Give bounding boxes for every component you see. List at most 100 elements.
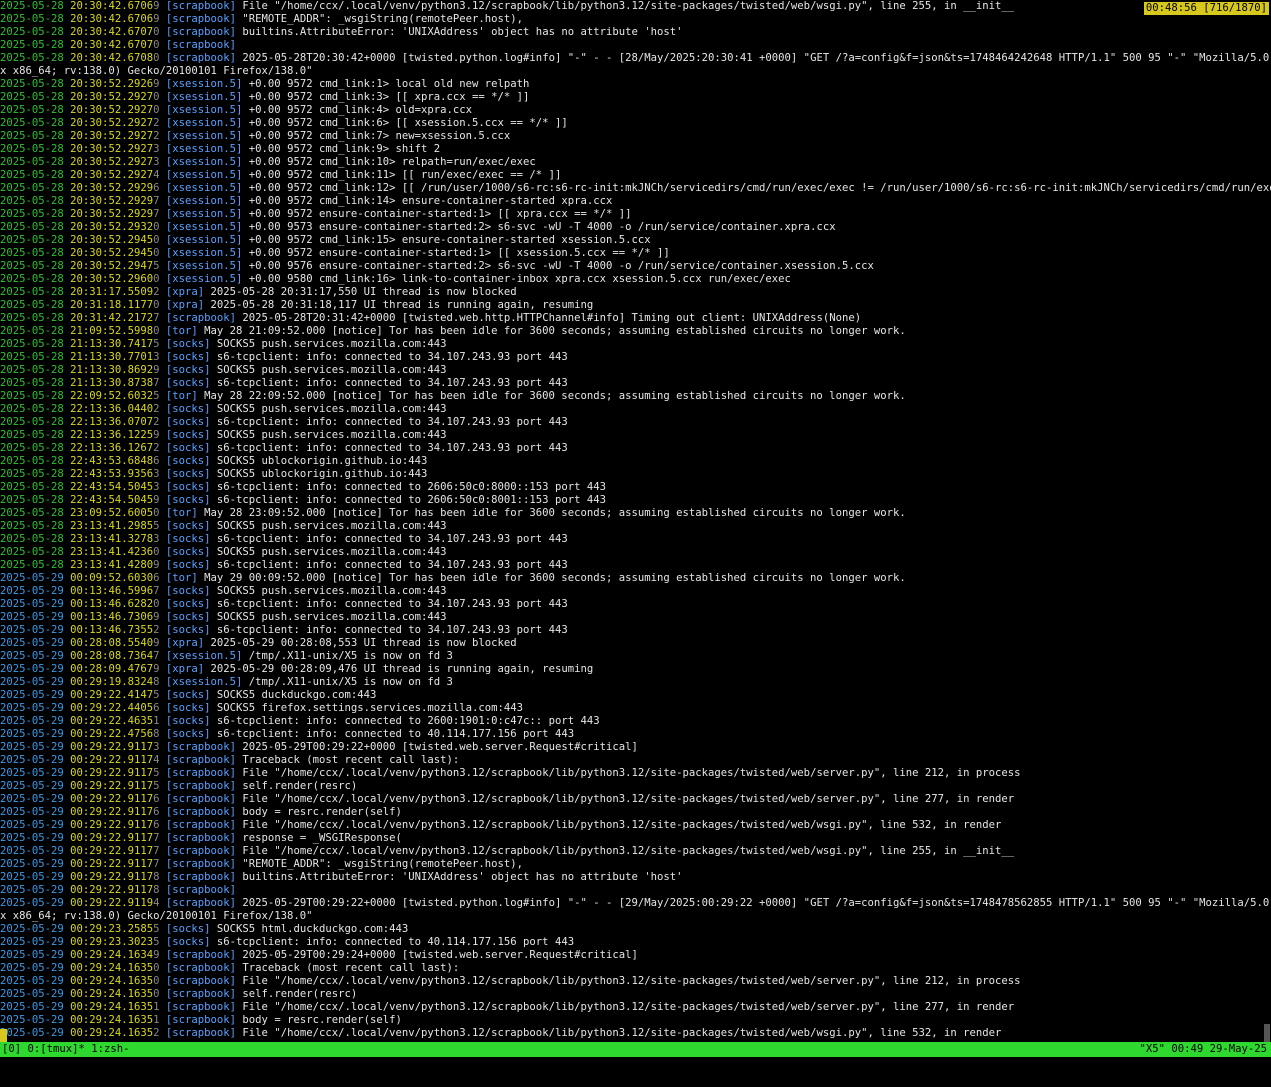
log-line: 2025-05-29 00:29:22.91178 [scrapbook] xyxy=(0,884,1271,897)
log-message: s6-tcpclient: info: connected to 34.107.… xyxy=(210,416,568,428)
log-time-fraction: 9 xyxy=(153,949,160,961)
log-time: 00:29:22.9117 xyxy=(70,754,154,766)
log-line: 2025-05-29 00:29:22.91176 [scrapbook] bo… xyxy=(0,806,1271,819)
log-date: 2025-05-29 xyxy=(0,884,64,896)
log-line: 2025-05-29 00:29:24.16349 [scrapbook] 20… xyxy=(0,949,1271,962)
log-source-tag: [scrapbook] xyxy=(165,1001,237,1013)
log-time-fraction: 7 xyxy=(153,650,160,662)
log-time-fraction: 9 xyxy=(153,663,160,675)
log-line: x x86_64; rv:138.0) Gecko/20100101 Firef… xyxy=(0,65,1271,78)
log-line: 2025-05-28 20:30:52.29475 [xsession.5] +… xyxy=(0,260,1271,273)
log-message: File "/home/ccx/.local/venv/python3.12/s… xyxy=(236,767,1021,779)
log-line: 2025-05-28 20:30:42.67069 [scrapbook] "R… xyxy=(0,13,1271,26)
log-time: 20:30:52.2929 xyxy=(70,182,154,194)
terminal-output[interactable]: 2025-05-28 20:30:42.67069 [scrapbook] Fi… xyxy=(0,0,1271,1042)
log-time: 20:30:52.2927 xyxy=(70,91,154,103)
log-line: 2025-05-28 20:30:52.29450 [xsession.5] +… xyxy=(0,247,1271,260)
log-line: 2025-05-28 22:13:36.04402 [socks] SOCKS5… xyxy=(0,403,1271,416)
log-time-fraction: 0 xyxy=(153,104,160,116)
tmux-status-right: "X5" 00:49 29-May-25 xyxy=(1139,1043,1267,1055)
log-time: 22:13:36.1267 xyxy=(70,442,154,454)
log-date: 2025-05-29 xyxy=(0,819,64,831)
log-source-tag: [socks] xyxy=(165,416,211,428)
log-source-tag: [xsession.5] xyxy=(165,234,243,246)
log-time-fraction: 5 xyxy=(153,520,160,532)
log-time-fraction: 9 xyxy=(153,13,160,25)
log-time: 00:13:46.7355 xyxy=(70,624,154,636)
log-date: 2025-05-28 xyxy=(0,429,64,441)
log-date: 2025-05-28 xyxy=(0,104,64,116)
log-time: 20:30:52.2945 xyxy=(70,234,154,246)
log-time-fraction: 1 xyxy=(153,1014,160,1026)
log-time-fraction: 3 xyxy=(153,143,160,155)
log-message: 2025-05-28 20:31:18,117 UI thread is run… xyxy=(204,299,594,311)
log-line: 2025-05-28 20:31:42.21727 [scrapbook] 20… xyxy=(0,312,1271,325)
log-line: 2025-05-29 00:28:08.55409 [xpra] 2025-05… xyxy=(0,637,1271,650)
log-time-fraction: 4 xyxy=(153,754,160,766)
log-line: 2025-05-28 20:30:52.29270 [xsession.5] +… xyxy=(0,91,1271,104)
log-line: 2025-05-28 20:30:52.29297 [xsession.5] +… xyxy=(0,195,1271,208)
log-time-fraction: 6 xyxy=(153,793,160,805)
log-message: SOCKS5 duckduckgo.com:443 xyxy=(210,689,377,701)
log-source-tag: [scrapbook] xyxy=(165,871,237,883)
log-date: 2025-05-29 xyxy=(0,832,64,844)
log-time: 20:31:42.2172 xyxy=(70,312,154,324)
log-date: 2025-05-28 xyxy=(0,13,64,25)
copy-mode-position-indicator: 00:48:56 [716/1870] xyxy=(1143,2,1269,15)
scrollbar-thumb[interactable] xyxy=(1264,1024,1270,1042)
log-time: 00:28:08.7364 xyxy=(70,650,154,662)
log-message: File "/home/ccx/.local/venv/python3.12/s… xyxy=(236,1001,1015,1013)
log-time: 23:09:52.6005 xyxy=(70,507,154,519)
log-message: s6-tcpclient: info: connected to 34.107.… xyxy=(210,559,568,571)
log-message: +0.00 9572 cmd_link:10> relpath=run/exec… xyxy=(242,156,536,168)
log-time: 00:29:24.1635 xyxy=(70,1001,154,1013)
log-line: 2025-05-28 20:30:52.29273 [xsession.5] +… xyxy=(0,156,1271,169)
log-time: 21:13:30.8692 xyxy=(70,364,154,376)
log-time-fraction: 0 xyxy=(153,247,160,259)
log-time: 00:28:08.5540 xyxy=(70,637,154,649)
log-line: 2025-05-29 00:29:24.16352 [scrapbook] Fi… xyxy=(0,1027,1271,1040)
log-message: +0.00 9572 cmd_link:6> [[ xsession.5.ccx… xyxy=(242,117,568,129)
log-time: 20:30:52.2927 xyxy=(70,130,154,142)
log-time-fraction: 8 xyxy=(153,871,160,883)
log-line: 2025-05-29 00:29:22.91176 [scrapbook] Fi… xyxy=(0,819,1271,832)
log-date: 2025-05-29 xyxy=(0,702,64,714)
log-message: response = _WSGIResponse( xyxy=(236,832,402,844)
log-source-tag: [socks] xyxy=(165,338,211,350)
log-date: 2025-05-28 xyxy=(0,377,64,389)
log-source-tag: [scrapbook] xyxy=(165,832,237,844)
log-line: 2025-05-28 23:13:41.42360 [socks] SOCKS5… xyxy=(0,546,1271,559)
log-message: self.render(resrc) xyxy=(236,780,358,792)
log-line: 2025-05-29 00:13:46.73552 [socks] s6-tcp… xyxy=(0,624,1271,637)
log-time: 00:29:22.9117 xyxy=(70,884,154,896)
log-time: 21:09:52.5998 xyxy=(70,325,154,337)
log-line: 2025-05-29 00:13:46.73069 [socks] SOCKS5… xyxy=(0,611,1271,624)
log-time: 00:29:22.4635 xyxy=(70,715,154,727)
log-source-tag: [socks] xyxy=(165,611,211,623)
log-date: 2025-05-29 xyxy=(0,988,64,1000)
log-message: 2025-05-29T00:29:22+0000 [twisted.python… xyxy=(236,897,1271,909)
log-time: 00:29:22.9117 xyxy=(70,767,154,779)
log-time-fraction: 0 xyxy=(153,962,160,974)
log-message: SOCKS5 ublockorigin.github.io:443 xyxy=(210,455,428,467)
log-message: s6-tcpclient: info: connected to 2606:50… xyxy=(210,494,606,506)
log-source-tag: [xsession.5] xyxy=(165,208,243,220)
log-time-fraction: 0 xyxy=(153,234,160,246)
log-line: 2025-05-29 00:28:08.73647 [xsession.5] /… xyxy=(0,650,1271,663)
log-date: 2025-05-28 xyxy=(0,312,64,324)
log-date: 2025-05-28 xyxy=(0,247,64,259)
tmux-window-list[interactable]: [0] 0:[tmux]* 1:zsh- xyxy=(2,1042,130,1057)
log-time-fraction: 3 xyxy=(153,741,160,753)
log-time-fraction: 0 xyxy=(153,507,160,519)
log-time: 22:43:53.9356 xyxy=(70,468,154,480)
log-date: 2025-05-28 xyxy=(0,351,64,363)
log-line: 2025-05-28 21:13:30.87387 [socks] s6-tcp… xyxy=(0,377,1271,390)
log-line: 2025-05-28 20:30:42.67070 [scrapbook] bu… xyxy=(0,26,1271,39)
log-date: 2025-05-28 xyxy=(0,299,64,311)
log-message: +0.00 9576 ensure-container-started:2> s… xyxy=(242,260,874,272)
log-line: 2025-05-28 20:30:52.29320 [xsession.5] +… xyxy=(0,221,1271,234)
log-message: /tmp/.X11-unix/X5 is now on fd 3 xyxy=(242,650,453,662)
log-message: body = resrc.render(self) xyxy=(236,1014,402,1026)
log-date: 2025-05-28 xyxy=(0,26,64,38)
log-time: 20:31:17.5509 xyxy=(70,286,154,298)
